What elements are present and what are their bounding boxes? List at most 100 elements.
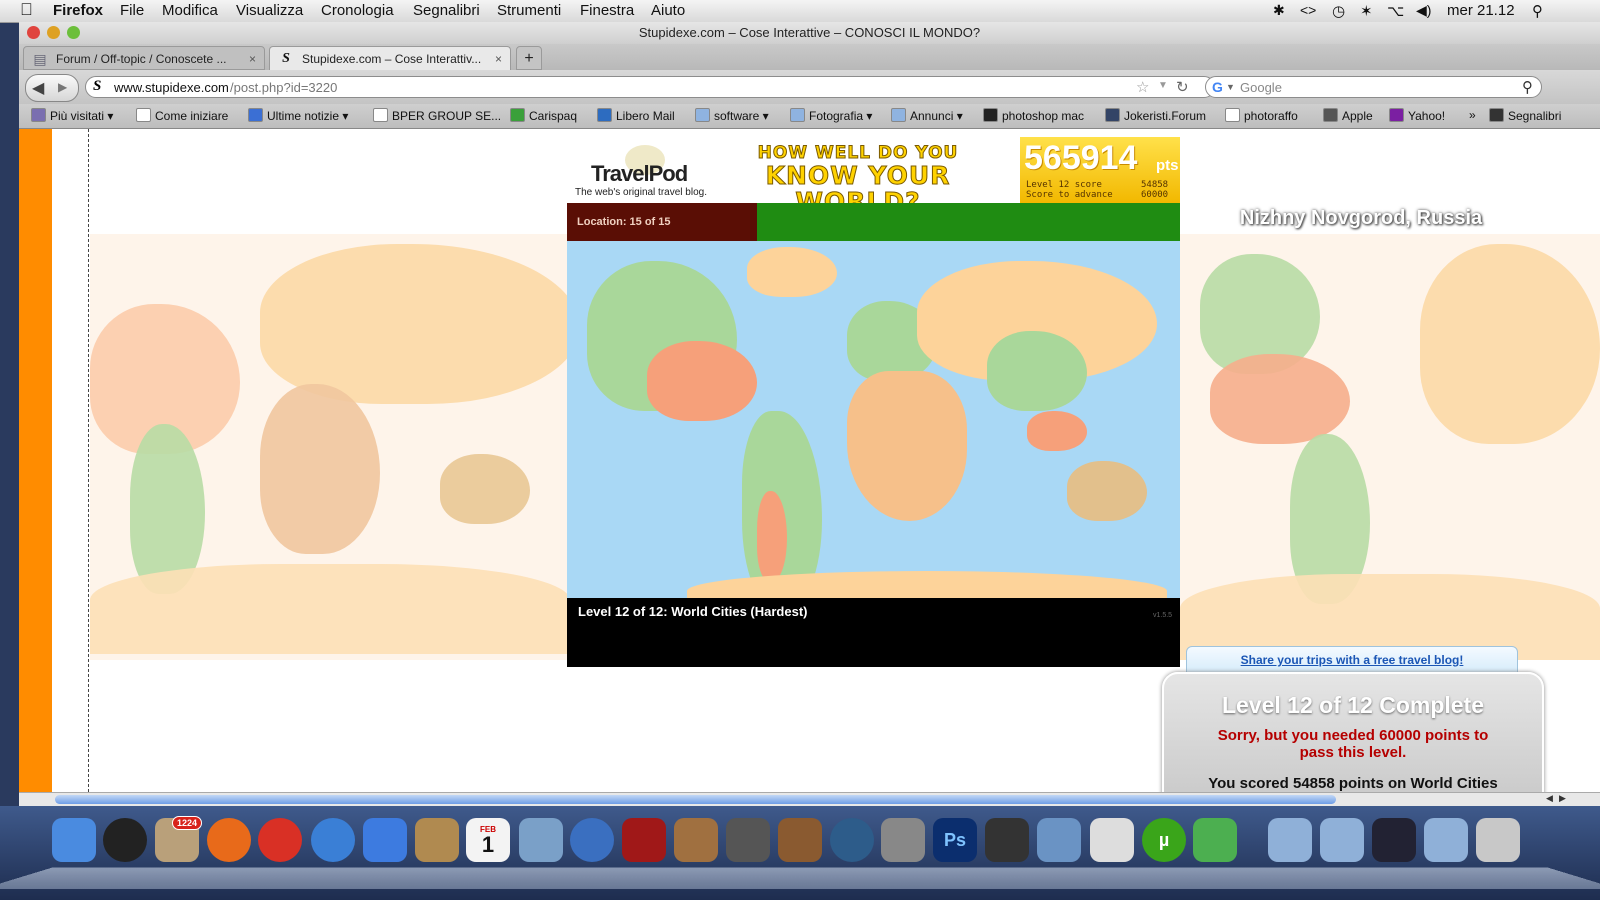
result-panel: Level 12 of 12 Complete Sorry, but you n… [1162,672,1544,792]
downloads-stack-icon[interactable] [1372,818,1416,862]
close-tab-icon[interactable]: × [495,47,502,70]
apple-menu-icon[interactable]:  [20,0,33,20]
bookmark-item[interactable]: software ▾ [695,108,769,123]
safari-icon[interactable] [311,818,355,862]
address-book-icon[interactable] [415,818,459,862]
dashboard-icon[interactable] [103,818,147,862]
engine-dropdown-icon[interactable]: ▼ [1226,82,1235,92]
menu-modifica[interactable]: Modifica [162,2,218,19]
bookmark-favicon-icon [790,108,805,122]
bookmark-item[interactable]: BPER GROUP SE... [373,108,501,123]
activity-icon[interactable]: ✱ [1273,2,1285,19]
close-window-button[interactable] [27,26,40,39]
bookmark-item[interactable]: Carispaq [510,108,577,123]
bookmark-item[interactable]: photoraffo [1225,108,1298,123]
result-scored: You scored 54858 points on World Cities [1208,775,1498,792]
menu-app-firefox[interactable]: Firefox [53,2,103,19]
search-bar[interactable]: G ▼ Google ⚲ [1205,76,1542,98]
spotlight-icon[interactable]: ⚲ [1532,2,1543,20]
game-world-map[interactable] [567,241,1180,598]
front-row-icon[interactable] [622,818,666,862]
bookmark-item[interactable]: Libero Mail [597,108,675,123]
volume-icon[interactable]: ◀) [1416,2,1431,19]
time-machine-icon[interactable]: ◷ [1332,2,1345,20]
textedit-icon[interactable] [1090,818,1134,862]
back-arrow-icon[interactable]: ◀ [32,78,44,98]
progress-bar: Location: 15 of 15 [567,203,1180,241]
bookmark-item[interactable]: Apple [1323,108,1373,123]
scrollbar-thumb[interactable] [55,795,1336,804]
trash-icon[interactable] [1476,818,1520,862]
preview-icon[interactable] [1037,818,1081,862]
system-preferences-icon[interactable] [881,818,925,862]
finder-icon[interactable] [52,818,96,862]
bookmark-item[interactable]: Ultime notizie ▾ [248,108,348,123]
bookmark-item[interactable]: Jokeristi.Forum [1105,108,1206,123]
imovie-icon[interactable] [726,818,770,862]
bookmark-item[interactable]: Annunci ▾ [891,108,963,123]
menubar-clock[interactable]: mer 21.12 [1447,2,1515,19]
reload-icon[interactable]: ↻ [1176,78,1189,96]
share-banner: Share your trips with a free travel blog… [1186,646,1518,674]
bookmark-item[interactable]: Segnalibri [1489,108,1561,123]
chrome-icon[interactable] [258,818,302,862]
code-icon[interactable]: <> [1300,2,1316,18]
menu-visualizza[interactable]: Visualizza [236,2,303,19]
map-usa [647,341,757,421]
bookmark-label: Annunci ▾ [910,109,963,123]
menu-file[interactable]: File [120,2,144,19]
zoom-window-button[interactable] [67,26,80,39]
close-tab-icon[interactable]: × [249,47,256,69]
bookmark-item[interactable]: Come iniziare [136,108,228,123]
search-magnifier-icon[interactable]: ⚲ [1522,78,1533,96]
google-engine-icon[interactable]: G [1212,79,1223,95]
bookmark-label: BPER GROUP SE... [392,109,502,123]
scroll-right-icon[interactable]: ▶ [1559,793,1566,804]
applications-folder-icon[interactable] [1320,818,1364,862]
bookmark-item[interactable]: Più visitati ▾ [31,108,113,123]
photoshop-icon[interactable]: Ps [933,818,977,862]
photo-booth-icon[interactable] [985,818,1029,862]
menu-aiuto[interactable]: Aiuto [651,2,685,19]
menu-finestra[interactable]: Finestra [580,2,634,19]
url-bar[interactable]: S www.stupidexe.com /post.php?id=3220 ☆ … [85,76,1215,98]
iphoto-icon[interactable] [519,818,563,862]
ical-icon[interactable]: FEB 1 [466,818,510,862]
menu-cronologia[interactable]: Cronologia [321,2,394,19]
bookmark-label: software ▾ [714,109,769,123]
menu-segnalibri[interactable]: Segnalibri [413,2,480,19]
menu-strumenti[interactable]: Strumenti [497,2,561,19]
itunes-icon[interactable] [570,818,614,862]
forward-arrow-icon[interactable]: ▶ [58,80,67,94]
share-trips-link[interactable]: Share your trips with a free travel blog… [1241,653,1464,667]
garageband-icon[interactable] [778,818,822,862]
tab-stupidexe[interactable]: S Stupidexe.com – Cose Interattiv... × [269,46,511,70]
site-identity-icon[interactable]: S [93,78,101,95]
tab-bar: ▤ Forum / Off-topic / Conoscete ... × S … [19,44,1600,70]
tab-forum[interactable]: ▤ Forum / Off-topic / Conoscete ... × [23,46,265,70]
history-dropdown-icon[interactable]: ▼ [1158,80,1168,91]
utorrent-icon[interactable]: µ [1142,818,1186,862]
bookmark-favicon-icon [510,108,525,122]
bookmark-star-icon[interactable]: ☆ [1136,78,1149,96]
app-green-icon[interactable] [1193,818,1237,862]
bookmark-item[interactable]: » [1469,108,1476,122]
bookmark-favicon-icon [248,108,263,122]
bookmark-item[interactable]: Fotografia ▾ [790,108,872,123]
new-tab-button[interactable]: + [516,46,542,70]
bluetooth-icon[interactable]: ✶ [1360,2,1373,20]
folder-icon[interactable] [1268,818,1312,862]
wifi-icon[interactable]: ⌥ [1387,2,1404,20]
time-machine-icon[interactable] [830,818,874,862]
bookmark-label: Fotografia ▾ [809,109,873,123]
ichat-icon[interactable] [363,818,407,862]
documents-folder-icon[interactable] [1424,818,1468,862]
advance-value: 60000 [1141,190,1169,200]
minimize-window-button[interactable] [47,26,60,39]
firefox-icon[interactable] [207,818,251,862]
bookmark-item[interactable]: Yahoo! [1389,108,1445,123]
horizontal-scrollbar[interactable]: ◀ ▶ [19,792,1600,807]
image-capture-icon[interactable] [674,818,718,862]
scroll-left-icon[interactable]: ◀ [1546,793,1553,804]
bookmark-item[interactable]: photoshop mac [983,108,1084,123]
